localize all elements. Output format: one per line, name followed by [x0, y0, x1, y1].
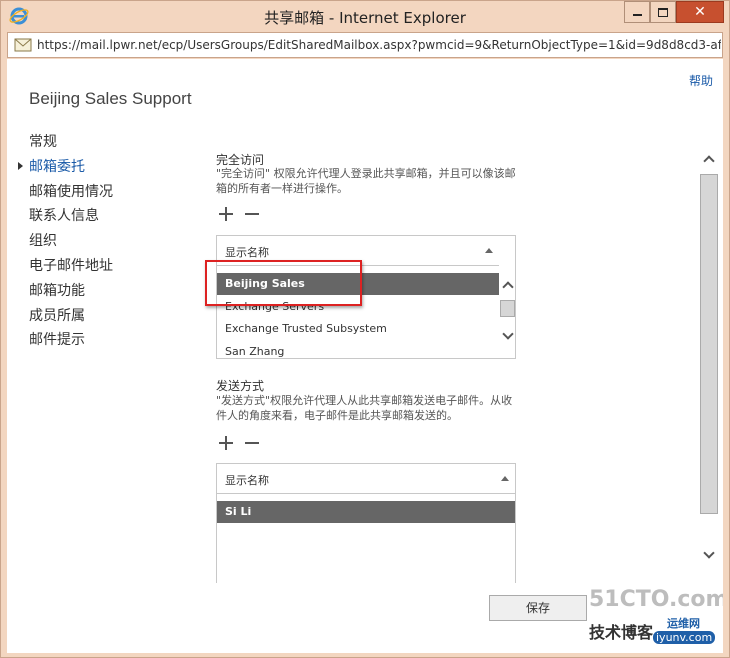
- sidebar-item-label: 邮件提示: [29, 332, 85, 349]
- column-header[interactable]: 显示名称: [217, 464, 515, 494]
- scroll-down-button[interactable]: [499, 328, 515, 344]
- watermark-line2: 技术博客: [589, 623, 654, 642]
- sidebar-item-contact-info[interactable]: 联系人信息: [29, 205, 113, 230]
- sidebar-item-label: 邮箱使用情况: [29, 183, 113, 200]
- remove-icon[interactable]: [245, 436, 259, 450]
- save-button[interactable]: 保存: [489, 595, 587, 621]
- sidebar-item-label: 电子邮件地址: [29, 257, 113, 274]
- watermark-line1: 51CTO.com: [589, 587, 723, 612]
- scroll-thumb[interactable]: [700, 174, 718, 514]
- list-item-label: Si Li: [225, 505, 252, 518]
- list-item[interactable]: San Zhang: [217, 341, 499, 358]
- sidebar-item-label: 成员所属: [29, 307, 85, 324]
- sort-ascending-icon: [485, 248, 493, 253]
- watermark: 51CTO.com 技术博客 运维网 iyunv.com: [585, 587, 723, 649]
- page-scrollbar[interactable]: [699, 149, 719, 569]
- maximize-icon: [658, 7, 668, 17]
- mail-page-icon: [14, 38, 32, 52]
- title-bar: 共享邮箱 - Internet Explorer ✕: [1, 1, 729, 31]
- maximize-button[interactable]: [650, 1, 676, 23]
- scroll-down-button[interactable]: [699, 547, 719, 563]
- address-url[interactable]: https://mail.lpwr.net/ecp/UsersGroups/Ed…: [37, 38, 721, 52]
- sidebar-item-label: 邮箱委托: [29, 158, 85, 175]
- column-header-label: 显示名称: [225, 246, 269, 259]
- sidebar-item-mailbox-features[interactable]: 邮箱功能: [29, 280, 113, 305]
- sidebar-nav: 常规 邮箱委托 邮箱使用情况 联系人信息 组织 电子邮件地址 邮箱功能 成员所属…: [18, 131, 113, 354]
- add-icon[interactable]: [219, 207, 233, 221]
- window-title: 共享邮箱 - Internet Explorer: [264, 9, 466, 27]
- sidebar-item-general[interactable]: 常规: [29, 131, 113, 156]
- sidebar-item-mail-tip[interactable]: 邮件提示: [29, 329, 113, 354]
- list-scrollbar[interactable]: [499, 273, 515, 358]
- sidebar-item-label: 邮箱功能: [29, 282, 85, 299]
- mailbox-name: Beijing Sales Support: [29, 89, 192, 108]
- annotation-highlight: [205, 260, 362, 306]
- list-item-label: San Zhang: [225, 345, 285, 358]
- close-icon: ✕: [694, 4, 706, 20]
- sidebar-item-label: 常规: [29, 134, 57, 150]
- add-icon[interactable]: [219, 436, 233, 450]
- column-header-label: 显示名称: [225, 474, 269, 487]
- scroll-thumb[interactable]: [500, 300, 515, 317]
- send-as-description: "发送方式"权限允许代理人从此共享邮箱发送电子邮件。从收件人的角度来看，电子邮件…: [216, 394, 513, 422]
- chevron-up-icon: [501, 281, 514, 293]
- minimize-button[interactable]: [624, 1, 650, 23]
- sidebar-item-label: 组织: [29, 233, 57, 250]
- list-item-label: Exchange Trusted Subsystem: [225, 322, 387, 335]
- list-item[interactable]: Si Li: [217, 501, 515, 523]
- watermark-line4: iyunv.com: [653, 631, 716, 644]
- help-link[interactable]: 帮助: [689, 72, 713, 89]
- watermark-line3: 运维网: [667, 617, 700, 630]
- close-button[interactable]: ✕: [676, 1, 724, 23]
- send-as-list: 显示名称 Si Li: [216, 463, 516, 583]
- browser-window: 共享邮箱 - Internet Explorer ✕ https://mail.…: [0, 0, 730, 658]
- sort-ascending-icon: [501, 476, 509, 481]
- minimize-icon: [632, 14, 642, 16]
- sidebar-item-mailbox-delegation[interactable]: 邮箱委托: [18, 156, 113, 181]
- scroll-up-button[interactable]: [499, 277, 515, 293]
- chevron-down-icon: [703, 547, 715, 559]
- sidebar-item-organization[interactable]: 组织: [29, 230, 113, 255]
- remove-icon[interactable]: [245, 207, 259, 221]
- selected-marker-icon: [18, 161, 23, 170]
- sidebar-item-member-of[interactable]: 成员所属: [29, 305, 113, 330]
- chevron-up-icon: [703, 155, 715, 167]
- send-as-title: 发送方式: [216, 379, 265, 393]
- sidebar-item-email-address[interactable]: 电子邮件地址: [29, 255, 113, 280]
- sidebar-item-mailbox-usage[interactable]: 邮箱使用情况: [29, 181, 113, 206]
- list-item[interactable]: Exchange Trusted Subsystem: [217, 318, 499, 340]
- page-content: 帮助 Beijing Sales Support 常规 邮箱委托 邮箱使用情况 …: [7, 59, 723, 653]
- scroll-up-button[interactable]: [699, 151, 719, 167]
- address-bar[interactable]: https://mail.lpwr.net/ecp/UsersGroups/Ed…: [7, 32, 723, 58]
- chevron-down-icon: [501, 328, 514, 340]
- full-access-description: "完全访问" 权限允许代理人登录此共享邮箱，并且可以像该邮箱的所有者一样进行操作…: [216, 167, 516, 195]
- sidebar-item-label: 联系人信息: [29, 208, 99, 225]
